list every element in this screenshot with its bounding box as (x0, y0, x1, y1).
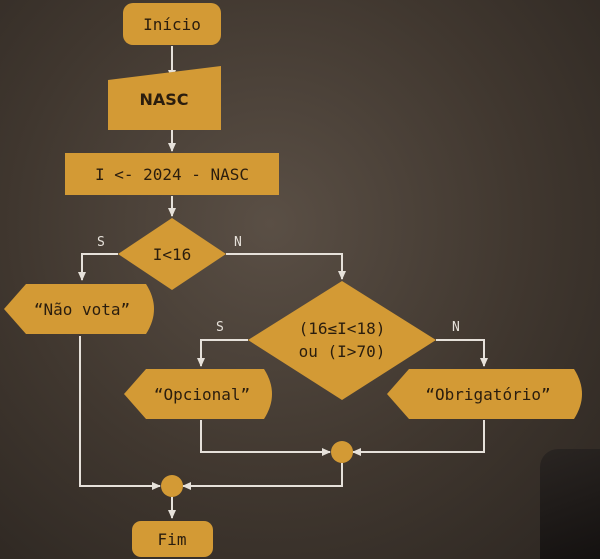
connector-decision1-yes (78, 253, 118, 281)
decision-1-yes-label: S (97, 235, 105, 250)
connector-decision2-no (436, 339, 488, 367)
output-opcional: “Opcional” (124, 369, 272, 419)
start-label: Início (143, 15, 201, 34)
decision-1: I<16 (118, 218, 226, 290)
connector-opcional-merge (200, 420, 331, 456)
output-nao-vota-label: “Não vota” (34, 300, 130, 319)
decision-1-label: I<16 (153, 245, 192, 264)
output-opcional-label: “Opcional” (154, 385, 250, 404)
decision-1-no-label: N (234, 235, 242, 250)
process-label: I <- 2024 - NASC (95, 165, 249, 184)
input-shape: NASC (108, 66, 221, 130)
final-connector-circle (161, 475, 183, 497)
start-terminal: Início (123, 3, 221, 45)
connector-obrigatorio-merge (352, 420, 485, 456)
output-nao-vota: “Não vota” (4, 284, 154, 334)
flowchart-diagram: Início NASC I <- 2024 - NASC I<16 S N “N… (4, 3, 582, 557)
end-terminal: Fim (132, 521, 213, 557)
decision-2-line1: (16≤I<18) (299, 319, 386, 338)
output-obrigatorio-label: “Obrigatório” (425, 385, 550, 404)
process-box: I <- 2024 - NASC (65, 153, 279, 195)
decision-2-no-label: N (452, 320, 460, 335)
merge-connector-circle (331, 441, 353, 463)
decision-2-yes-label: S (216, 320, 224, 335)
connector-decision1-no (226, 253, 346, 280)
connector-decision2-yes (197, 339, 248, 367)
end-label: Fim (158, 530, 187, 549)
input-label: NASC (139, 90, 188, 109)
connector-merge-final (182, 463, 343, 490)
decision-2-line2: ou (I>70) (299, 342, 386, 361)
output-obrigatorio: “Obrigatório” (387, 369, 582, 419)
